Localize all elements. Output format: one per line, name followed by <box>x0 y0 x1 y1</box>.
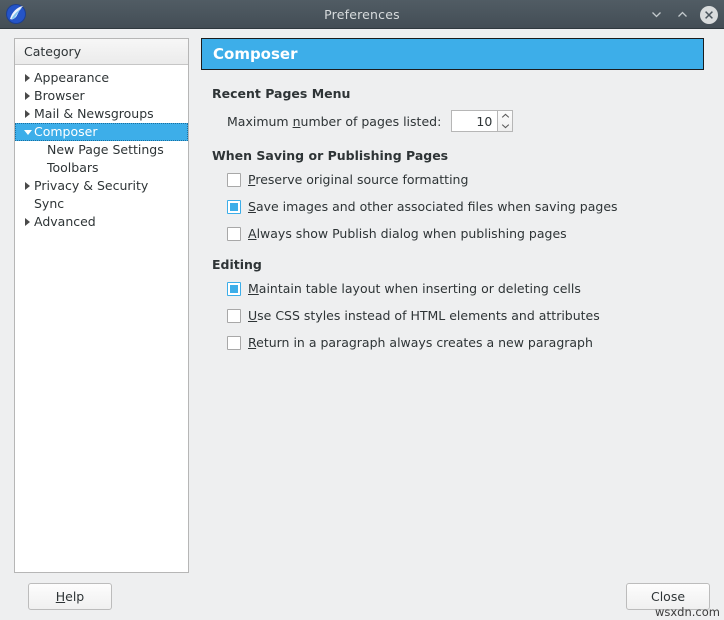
chevron-right-icon[interactable] <box>21 182 34 190</box>
seamonkey-logo-icon <box>5 3 27 25</box>
label-text: se CSS styles instead of HTML elements a… <box>257 308 600 323</box>
checkbox-maintain-table-layout[interactable] <box>227 282 241 296</box>
checkbox-row-save-images-and-other-associated-files[interactable]: Save images and other associated files w… <box>212 199 715 214</box>
sidebar-item-new-page-settings[interactable]: New Page Settings <box>15 141 188 159</box>
sidebar-item-advanced[interactable]: Advanced <box>15 213 188 231</box>
sidebar-item-label: Toolbars <box>21 159 99 177</box>
maximize-icon[interactable] <box>674 6 691 23</box>
category-tree[interactable]: Category Appearance Browser Mail & Newsg… <box>14 38 189 573</box>
max-pages-label: Maximum number of pages listed: <box>227 114 441 129</box>
sidebar-item-label: Mail & Newsgroups <box>34 105 154 123</box>
label-accesskey: M <box>248 281 259 296</box>
group-title: Recent Pages Menu <box>212 86 715 101</box>
sidebar-item-composer[interactable]: Composer <box>15 123 188 141</box>
help-button[interactable]: Help <box>28 583 112 610</box>
group-title: When Saving or Publishing Pages <box>212 148 715 163</box>
label-text: reserve original source formatting <box>255 172 468 187</box>
sidebar-item-toolbars[interactable]: Toolbars <box>15 159 188 177</box>
checkbox-row-return-creates-new-paragraph[interactable]: Return in a paragraph always creates a n… <box>212 335 715 350</box>
sidebar-item-label: Browser <box>34 87 85 105</box>
checkbox-label: Preserve original source formatting <box>248 172 468 187</box>
checkbox-label: Always show Publish dialog when publishi… <box>248 226 567 241</box>
sidebar-item-label: New Page Settings <box>21 141 164 159</box>
max-pages-stepper[interactable]: 10 <box>451 110 513 132</box>
label-part-after: umber of pages listed: <box>301 114 442 129</box>
label-accesskey: n <box>293 114 301 129</box>
sidebar-item-label: Composer <box>34 123 97 141</box>
checkbox-return-creates-new-paragraph[interactable] <box>227 336 241 350</box>
sidebar-item-mail-newsgroups[interactable]: Mail & Newsgroups <box>15 105 188 123</box>
category-tree-body: Appearance Browser Mail & Newsgroups Com… <box>15 65 188 572</box>
chevron-down-icon[interactable] <box>21 130 34 135</box>
sidebar-item-sync[interactable]: Sync <box>15 195 188 213</box>
close-icon[interactable] <box>700 6 718 24</box>
sidebar-item-label: Sync <box>34 195 64 213</box>
spin-buttons[interactable] <box>497 110 513 132</box>
checkbox-row-preserve-original-source-formatting[interactable]: Preserve original source formatting <box>212 172 715 187</box>
checkbox-preserve-original-source-formatting[interactable] <box>227 173 241 187</box>
label-accesskey: U <box>248 308 257 323</box>
label-text: lways show Publish dialog when publishin… <box>257 226 567 241</box>
sidebar-item-label: Appearance <box>34 69 109 87</box>
window-controls <box>648 0 718 29</box>
chevron-right-icon[interactable] <box>21 218 34 226</box>
sidebar-item-label: Privacy & Security <box>34 177 148 195</box>
label-accesskey: A <box>248 226 257 241</box>
label-text: ave images and other associated files wh… <box>256 199 618 214</box>
checkbox-row-use-css-styles[interactable]: Use CSS styles instead of HTML elements … <box>212 308 715 323</box>
label-accesskey: R <box>248 335 256 350</box>
checkbox-label: Use CSS styles instead of HTML elements … <box>248 308 600 323</box>
group-when-saving-or-publishing-pages: When Saving or Publishing Pages Preserve… <box>212 148 715 241</box>
checkbox-label: Save images and other associated files w… <box>248 199 618 214</box>
checkbox-use-css-styles[interactable] <box>227 309 241 323</box>
checkbox-always-show-publish-dialog[interactable] <box>227 227 241 241</box>
checkbox-row-maintain-table-layout[interactable]: Maintain table layout when inserting or … <box>212 281 715 296</box>
watermark: wsxdn.com <box>655 605 720 619</box>
label-part-before: Maximum <box>227 114 293 129</box>
pane-header: Composer <box>201 38 704 70</box>
sidebar-item-label: Advanced <box>34 213 96 231</box>
label-text: eturn in a paragraph always creates a ne… <box>256 335 593 350</box>
preferences-window: Preferences Category <box>0 0 724 620</box>
group-title: Editing <box>212 257 715 272</box>
help-label: elp <box>65 589 84 604</box>
label-accesskey: S <box>248 199 256 214</box>
label-text: aintain table layout when inserting or d… <box>259 281 581 296</box>
chevron-right-icon[interactable] <box>21 74 34 82</box>
dialog-content: Category Appearance Browser Mail & Newsg… <box>0 29 724 620</box>
chevron-right-icon[interactable] <box>21 92 34 100</box>
spin-down-icon[interactable] <box>498 121 512 131</box>
max-pages-row: Maximum number of pages listed: 10 <box>212 110 715 132</box>
max-pages-input[interactable]: 10 <box>451 110 497 132</box>
checkbox-save-images-and-other-associated-files[interactable] <box>227 200 241 214</box>
window-title: Preferences <box>0 7 724 22</box>
spin-up-icon[interactable] <box>498 111 512 121</box>
help-accesskey: H <box>56 589 65 604</box>
sidebar-item-browser[interactable]: Browser <box>15 87 188 105</box>
dialog-footer: Help Close wsxdn.com <box>0 573 724 620</box>
group-recent-pages-menu: Recent Pages Menu Maximum number of page… <box>212 86 715 132</box>
category-column-header: Category <box>15 39 188 65</box>
panes: Category Appearance Browser Mail & Newsg… <box>0 29 724 573</box>
titlebar: Preferences <box>0 0 724 29</box>
checkbox-row-always-show-publish-dialog[interactable]: Always show Publish dialog when publishi… <box>212 226 715 241</box>
sidebar-item-privacy-security[interactable]: Privacy & Security <box>15 177 188 195</box>
settings-groups: Recent Pages Menu Maximum number of page… <box>201 70 715 350</box>
sidebar-item-appearance[interactable]: Appearance <box>15 69 188 87</box>
minimize-icon[interactable] <box>648 6 665 23</box>
checkbox-label: Return in a paragraph always creates a n… <box>248 335 593 350</box>
group-editing: Editing Maintain table layout when inser… <box>212 257 715 350</box>
checkbox-label: Maintain table layout when inserting or … <box>248 281 581 296</box>
chevron-right-icon[interactable] <box>21 110 34 118</box>
page-title: Composer <box>213 45 298 63</box>
preferences-pane: Composer Recent Pages Menu Maximum numbe… <box>199 38 715 573</box>
